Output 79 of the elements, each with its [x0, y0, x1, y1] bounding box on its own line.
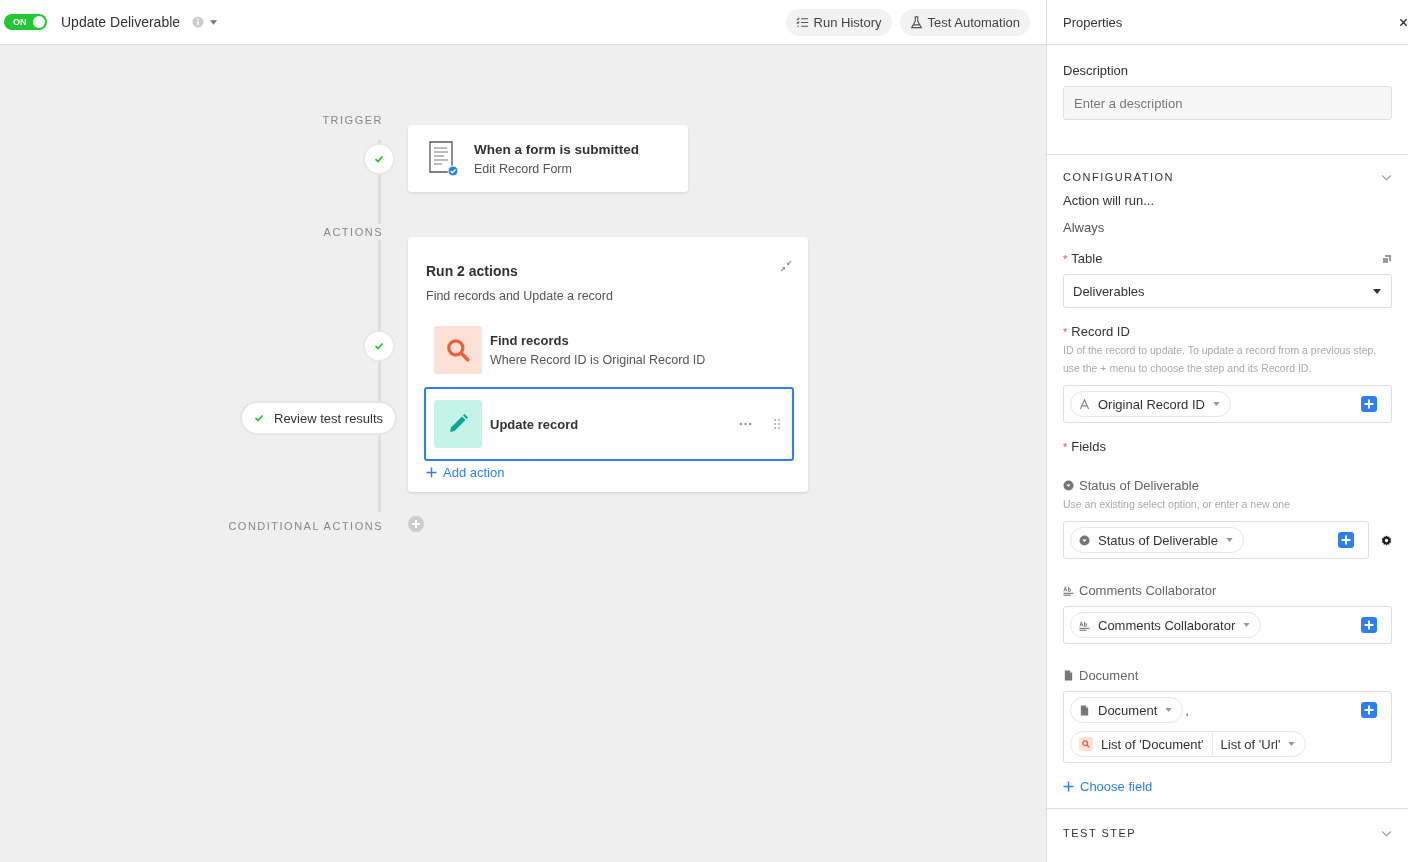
long-text-icon	[1063, 585, 1074, 596]
token-label: Comments Collaborator	[1098, 617, 1236, 633]
select-field-icon	[1079, 534, 1090, 546]
test-automation-button[interactable]: Test Automation	[899, 8, 1030, 36]
add-action-link[interactable]: Add action	[426, 465, 505, 480]
caret-icon	[1165, 708, 1173, 712]
flask-icon	[909, 15, 923, 29]
pencil-icon	[434, 400, 482, 448]
required-mark: *	[1063, 440, 1068, 453]
table-dropdown[interactable]: Deliverables	[1063, 274, 1392, 308]
action-step[interactable]: Find records Where Record ID is Original Record ID	[424, 317, 794, 383]
check-icon	[254, 413, 264, 423]
more-icon[interactable]	[739, 422, 752, 426]
add-icon[interactable]	[408, 516, 424, 532]
form-icon	[428, 140, 460, 177]
long-text-icon	[1079, 619, 1090, 631]
caret-icon	[1212, 402, 1220, 406]
required-mark: *	[1063, 252, 1068, 265]
separator-text: ,	[1185, 702, 1189, 718]
caret-icon	[1225, 538, 1233, 542]
select-field-icon	[1063, 480, 1074, 491]
field-label: Fields	[1071, 439, 1106, 454]
section-heading: CONFIGURATION	[1063, 171, 1174, 183]
run-condition: Always	[1063, 220, 1106, 235]
caret-icon	[1243, 623, 1251, 627]
review-test-results-button[interactable]: Review test results	[242, 403, 396, 433]
token-label: Original Record ID	[1098, 396, 1205, 412]
automation-title: Update Deliverable	[61, 14, 181, 30]
group-title: Run 2 actions	[426, 263, 518, 279]
required-mark: *	[1063, 325, 1068, 338]
field-name: Comments Collaborator	[1079, 583, 1217, 598]
token-label: Document	[1098, 702, 1158, 718]
list-icon	[795, 15, 809, 29]
search-icon	[434, 326, 482, 374]
field-label: Action will run...	[1063, 193, 1156, 208]
chevron-icon[interactable]	[1381, 829, 1392, 837]
document-icon	[1063, 670, 1074, 681]
step-title: Update record	[490, 416, 579, 432]
close-icon[interactable]	[1399, 17, 1408, 27]
add-button[interactable]	[1338, 532, 1354, 548]
drag-handle-icon[interactable]	[774, 419, 780, 429]
settings-icon[interactable]	[1381, 534, 1392, 546]
panel-title: Properties	[1063, 14, 1123, 30]
chevron-icon[interactable]	[1381, 173, 1392, 181]
help-text: ID of the record to update. To update a record from a previous step, use the + menu to choose the step and its Record ID.	[1063, 343, 1378, 376]
field-label: Record ID	[1071, 324, 1130, 339]
plus-icon	[1063, 781, 1074, 792]
field-label: Table	[1071, 251, 1103, 266]
action-step[interactable]: Update record	[424, 387, 794, 461]
trigger-subtitle: Edit Record Form	[474, 161, 573, 176]
search-icon	[1079, 737, 1093, 751]
caret-icon[interactable]	[210, 19, 218, 25]
plus-icon	[426, 467, 437, 478]
token-label: Status of Deliverable	[1098, 532, 1218, 548]
info-icon[interactable]	[192, 16, 205, 28]
field-label: Description	[1063, 63, 1130, 78]
add-button[interactable]	[1361, 702, 1377, 718]
choose-field-link[interactable]: Choose field	[1063, 779, 1153, 794]
step-title: Find records	[490, 333, 570, 348]
collapse-icon[interactable]	[780, 260, 792, 272]
group-subtitle: Find records and Update a record	[426, 289, 614, 303]
add-button[interactable]	[1361, 396, 1377, 412]
document-icon	[1079, 704, 1090, 716]
field-name: Status of Deliverable	[1079, 478, 1199, 493]
section-heading: TEST STEP	[1063, 827, 1137, 839]
token-label: List of 'Document'	[1101, 736, 1204, 752]
trigger-card[interactable]: When a form is submitted Edit Record Form	[408, 125, 688, 192]
caret-icon	[1373, 288, 1381, 294]
caret-icon	[1288, 742, 1296, 746]
step-subtitle: Where Record ID is Original Record ID	[490, 353, 706, 367]
help-text: Use an existing select option, or enter a new one	[1063, 497, 1292, 512]
add-button[interactable]	[1361, 617, 1377, 633]
trigger-title: When a form is submitted	[474, 141, 639, 157]
open-icon[interactable]	[1382, 253, 1392, 264]
run-history-button[interactable]: Run History	[785, 8, 892, 36]
field-name: Document	[1079, 668, 1139, 683]
description-field[interactable]: Enter a description	[1063, 86, 1392, 120]
token-label: List of 'Url'	[1220, 736, 1281, 752]
text-field-icon	[1079, 398, 1090, 410]
